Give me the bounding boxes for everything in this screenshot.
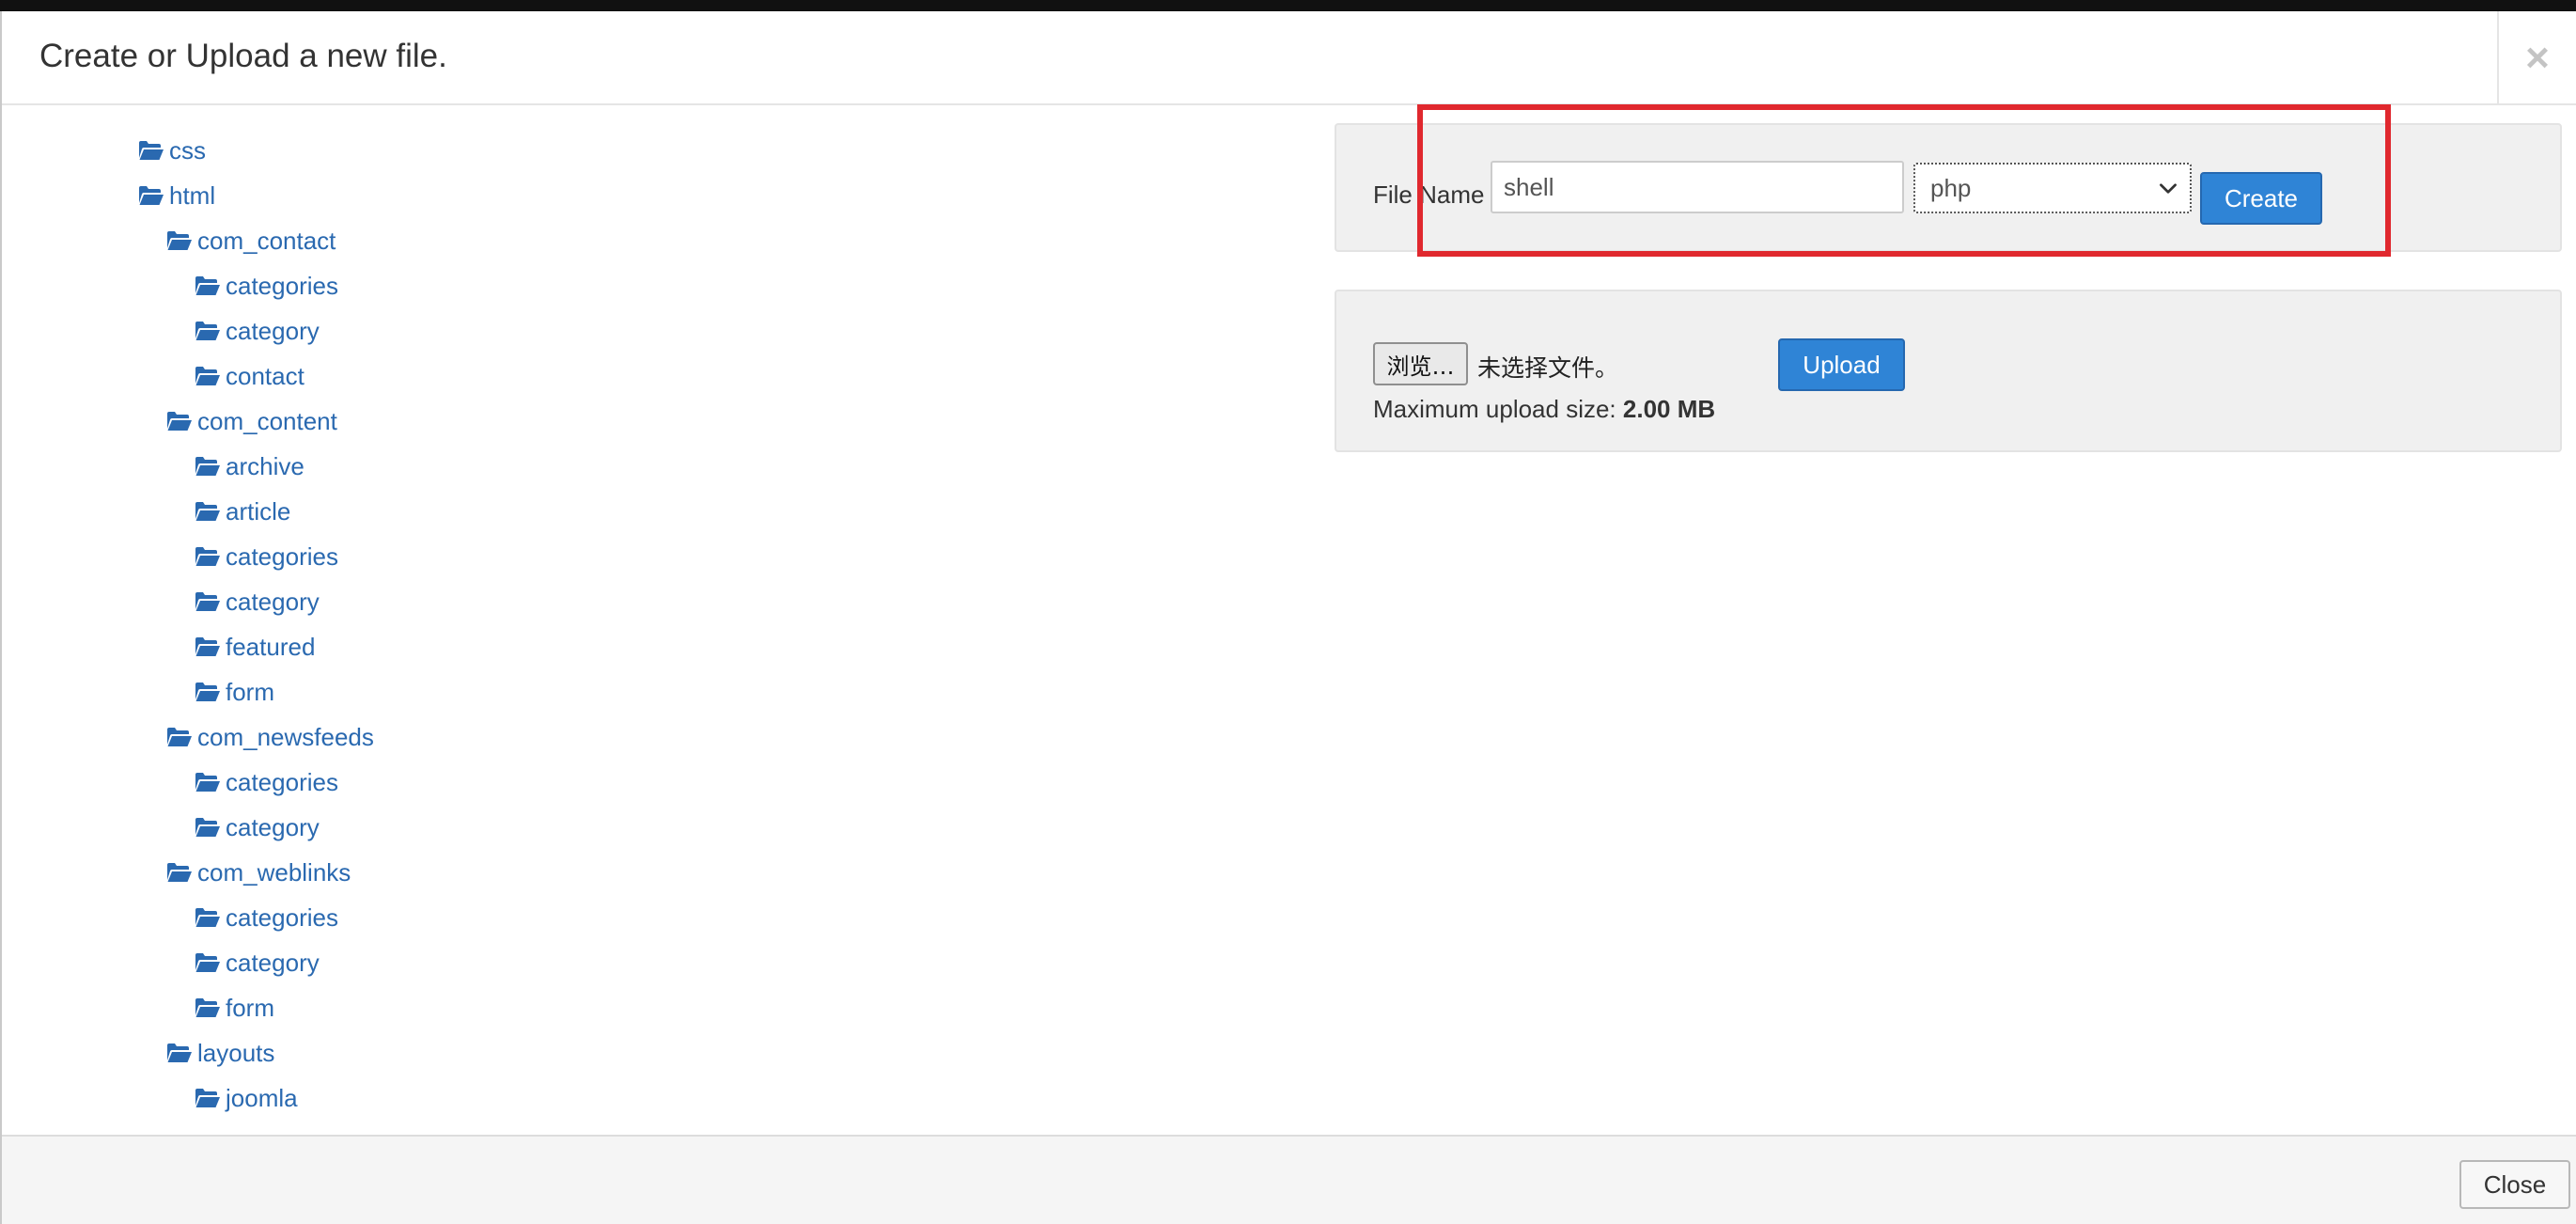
tree-folder-item[interactable]: com_newsfeeds [166, 718, 374, 756]
tree-folder-label: css [169, 135, 206, 165]
folder-open-icon [166, 861, 193, 884]
folder-open-icon [195, 681, 221, 703]
folder-open-icon [195, 636, 221, 658]
folder-open-icon [195, 951, 221, 974]
tree-folder-item[interactable]: categories [195, 763, 338, 801]
file-name-label: File Name [1373, 180, 1485, 209]
tree-folder-item[interactable]: css [138, 132, 206, 169]
folder-open-icon [138, 184, 164, 207]
tree-folder-item[interactable]: layouts [166, 1034, 274, 1072]
close-icon[interactable]: × [2497, 11, 2576, 105]
folder-open-icon [195, 455, 221, 478]
file-name-input[interactable] [1491, 161, 1904, 213]
tree-folder-item[interactable]: joomla [195, 1079, 298, 1117]
tree-folder-item[interactable]: html [138, 177, 215, 214]
folder-tree: css html com_contact categories category cont… [2, 105, 1299, 1139]
tree-folder-item[interactable]: categories [195, 899, 338, 936]
folder-open-icon [195, 320, 221, 342]
tree-folder-label: html [169, 180, 216, 210]
modal-title: Create or Upload a new file. [39, 38, 447, 74]
tree-folder-item[interactable]: com_weblinks [166, 854, 351, 891]
folder-open-icon [195, 500, 221, 523]
tree-folder-item[interactable]: category [195, 583, 320, 620]
max-upload-size: Maximum upload size: 2.00 MB [1373, 395, 1715, 424]
tree-folder-item[interactable]: category [195, 312, 320, 350]
tree-folder-label: joomla [226, 1083, 298, 1112]
browse-file-button[interactable]: 浏览… [1373, 342, 1468, 385]
tree-folder-item[interactable]: category [195, 944, 320, 981]
tree-folder-label: article [226, 496, 291, 526]
tree-folder-label: categories [226, 271, 338, 300]
tree-folder-item[interactable]: contact [195, 357, 304, 395]
tree-folder-label: category [226, 316, 320, 345]
folder-open-icon [195, 996, 221, 1019]
folder-open-icon [138, 139, 164, 162]
tree-folder-item[interactable]: category [195, 808, 320, 846]
tree-folder-item[interactable]: article [195, 493, 290, 530]
folder-open-icon [195, 1087, 221, 1109]
file-type-select[interactable]: php [1913, 163, 2192, 213]
tree-folder-item[interactable]: form [195, 673, 274, 711]
chevron-down-icon [2160, 183, 2177, 194]
tree-folder-label: layouts [197, 1038, 275, 1067]
no-file-selected-text: 未选择文件。 [1477, 354, 1619, 382]
tree-folder-item[interactable]: archive [195, 447, 304, 485]
tree-folder-label: category [226, 948, 320, 977]
tree-folder-label: form [226, 677, 274, 706]
folder-open-icon [195, 816, 221, 839]
folder-open-icon [195, 906, 221, 929]
tree-folder-label: contact [226, 361, 304, 390]
folder-open-icon [195, 771, 221, 793]
tree-folder-label: form [226, 993, 274, 1022]
tree-folder-label: categories [226, 541, 338, 571]
max-upload-size-label: Maximum upload size: [1373, 395, 1616, 423]
tree-folder-label: categories [226, 767, 338, 796]
tree-folder-item[interactable]: categories [195, 538, 338, 575]
browser-top-bar [0, 0, 2576, 11]
folder-open-icon [195, 365, 221, 387]
tree-folder-label: com_weblinks [197, 857, 351, 887]
tree-folder-label: com_newsfeeds [197, 722, 374, 751]
folder-open-icon [166, 410, 193, 432]
file-type-selected: php [1930, 173, 1972, 202]
folder-open-icon [195, 545, 221, 568]
tree-folder-label: category [226, 587, 320, 616]
folder-open-icon [166, 1042, 193, 1064]
tree-folder-label: featured [226, 632, 316, 661]
close-button[interactable]: Close [2459, 1160, 2570, 1209]
folder-open-icon [166, 229, 193, 252]
tree-folder-label: com_contact [197, 226, 336, 255]
tree-folder-label: com_content [197, 406, 337, 435]
tree-folder-item[interactable]: featured [195, 628, 315, 666]
modal-header: Create or Upload a new file. × [2, 11, 2576, 105]
folder-open-icon [195, 275, 221, 297]
tree-folder-item[interactable]: com_contact [166, 222, 336, 259]
folder-open-icon [166, 726, 193, 748]
create-button[interactable]: Create [2200, 172, 2322, 225]
tree-folder-item[interactable]: com_content [166, 402, 337, 440]
tree-folder-label: category [226, 812, 320, 841]
tree-folder-item[interactable]: categories [195, 267, 338, 305]
tree-folder-label: categories [226, 902, 338, 932]
folder-open-icon [195, 590, 221, 613]
modal-footer: Close [2, 1135, 2576, 1224]
tree-folder-label: archive [226, 451, 304, 480]
tree-folder-item[interactable]: form [195, 989, 274, 1027]
max-upload-size-value: 2.00 MB [1622, 395, 1716, 423]
upload-button[interactable]: Upload [1778, 338, 1905, 391]
